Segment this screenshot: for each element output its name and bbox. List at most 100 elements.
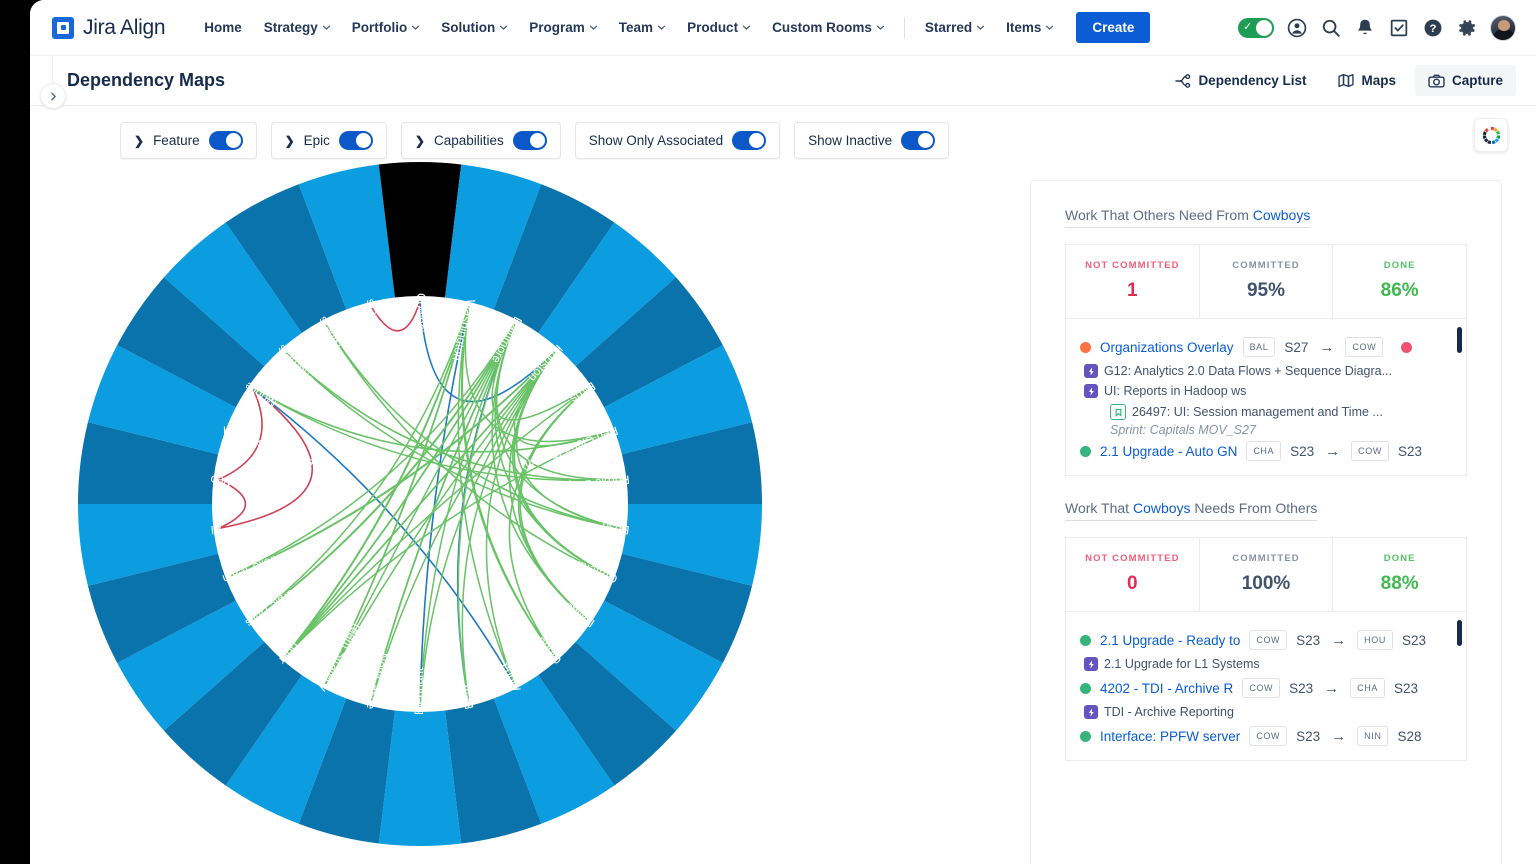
team-link[interactable]: Cowboys — [1133, 500, 1191, 516]
nav-item-home[interactable]: Home — [193, 14, 253, 41]
dependency-list-button[interactable]: Dependency List — [1162, 65, 1319, 96]
avatar[interactable] — [1490, 15, 1516, 41]
chevron-down-icon — [876, 23, 884, 31]
jira-align-mark-icon — [52, 17, 74, 39]
sidebar-expand-button[interactable] — [40, 83, 66, 109]
target-sprint: S23 — [1402, 633, 1426, 648]
risk-dot — [1401, 342, 1412, 353]
camera-icon — [1428, 74, 1445, 88]
nav-item-portfolio[interactable]: Portfolio — [341, 14, 431, 41]
nav-right-icons: ✓ — [1238, 15, 1536, 41]
chevron-right-icon — [49, 92, 58, 101]
top-navigation-bar: Jira Align Home Strategy PortfolioSolution… — [30, 0, 1536, 56]
linked-story-row[interactable]: 26497: UI: Session management and Time .… — [1080, 401, 1452, 423]
chevron-down-icon — [742, 23, 750, 31]
svg-text:?: ? — [1430, 23, 1437, 35]
chevron-down-icon — [1045, 23, 1053, 31]
nav-item-program[interactable]: Program — [518, 14, 608, 41]
capture-button[interactable]: Capture — [1415, 65, 1516, 96]
dependency-row[interactable]: Organizations Overlay BAL S27 → COW — [1080, 333, 1452, 361]
stat-dn: DONE 88% — [1333, 538, 1466, 611]
linked-epic-row[interactable]: 2.1 Upgrade for L1 Systems — [1080, 654, 1452, 674]
content-area: ❯Feature❯Epic❯CapabilitiesShow Only Asso… — [30, 106, 1536, 864]
nav-item-items[interactable]: Items — [995, 14, 1064, 41]
dependency-list-label: Dependency List — [1198, 73, 1306, 88]
main-menu: Home Strategy PortfolioSolutionProgramTeam… — [193, 14, 895, 41]
nav-item-starred[interactable]: Starred — [914, 14, 995, 41]
status-dot — [1080, 446, 1091, 457]
jira-align-logo[interactable]: Jira Align — [52, 16, 165, 40]
dependency-row[interactable]: Interface: PPFW server COW S23 → NIN S28 — [1080, 722, 1452, 750]
filter-toggle[interactable] — [209, 131, 243, 150]
stat-label: NOT COMMITTED — [1070, 553, 1195, 564]
maps-button[interactable]: Maps — [1325, 65, 1409, 96]
dependency-title[interactable]: Organizations Overlay — [1100, 340, 1234, 355]
panel-scrollbar-thumb[interactable] — [1457, 327, 1462, 353]
chord-label-web: Web — [209, 472, 235, 489]
dependency-row[interactable]: 2.1 Upgrade - Ready to COW S23 → HOU S23 — [1080, 626, 1452, 654]
nav-item-solution[interactable]: Solution — [430, 14, 518, 41]
chevron-down-icon — [657, 23, 665, 31]
nav-item-label: Items — [1006, 20, 1041, 35]
nav-item-team[interactable]: Team — [608, 14, 676, 41]
nav-item-label: Strategy — [264, 20, 318, 35]
stat-value: 95% — [1204, 280, 1329, 302]
target-team-tag: HOU — [1357, 630, 1393, 650]
epic-icon — [1084, 384, 1098, 398]
target-team-tag: NIN — [1357, 726, 1388, 746]
nav-item-label: Product — [687, 20, 738, 35]
panel-scrollbar-thumb[interactable] — [1457, 620, 1462, 646]
dependency-row[interactable]: 2.1 Upgrade - Auto GN CHA S23 → COW S23 — [1080, 437, 1452, 465]
nav-item-strategy[interactable]: Strategy — [253, 14, 341, 41]
search-icon[interactable] — [1320, 17, 1342, 39]
target-sprint: S23 — [1394, 681, 1418, 696]
chord-label-elephant: Elephant — [412, 667, 426, 715]
stat-value: 86% — [1337, 280, 1462, 302]
panel-section-title-1: Work That Others Need From Cowboys — [1065, 207, 1310, 228]
dependency-title[interactable]: Interface: PPFW server — [1100, 729, 1240, 744]
toggle-knob — [1256, 20, 1272, 36]
toggle-check-icon: ✓ — [1243, 22, 1252, 33]
linked-epic-row[interactable]: UI: Reports in Hadoop ws — [1080, 381, 1452, 401]
brand-name: Jira Align — [83, 16, 165, 40]
create-button[interactable]: Create — [1076, 12, 1150, 43]
dependency-title[interactable]: 4202 - TDI - Archive R — [1100, 681, 1233, 696]
dependency-title[interactable]: 2.1 Upgrade - Ready to — [1100, 633, 1240, 648]
linked-epic-row[interactable]: TDI - Archive Reporting — [1080, 702, 1452, 722]
maps-label: Maps — [1361, 73, 1396, 88]
nav-item-product[interactable]: Product — [676, 14, 761, 41]
panel-section-title-2: Work That Cowboys Needs From Others — [1065, 500, 1317, 521]
filter-toggle[interactable] — [732, 131, 766, 150]
dependency-chord-diagram[interactable]: AIWebAsset Services EMEAMobileChargersNi… — [70, 152, 1050, 862]
filter-toggle[interactable] — [901, 131, 935, 150]
arrow-right-icon: → — [1324, 680, 1339, 697]
filter-chip-label: Feature — [153, 133, 200, 148]
stat-cm: COMMITTED 95% — [1200, 245, 1334, 318]
chevron-right-icon: ❯ — [285, 135, 295, 147]
stat-value: 88% — [1337, 573, 1462, 595]
help-icon[interactable]: ? — [1422, 17, 1444, 39]
settings-gear-icon[interactable] — [1456, 17, 1478, 39]
filter-toggle[interactable] — [339, 131, 373, 150]
account-icon[interactable] — [1286, 17, 1308, 39]
app-window: Jira Align Home Strategy PortfolioSolution… — [30, 0, 1536, 864]
dependency-row[interactable]: 4202 - TDI - Archive R COW S23 → CHA S23 — [1080, 674, 1452, 702]
team-link[interactable]: Cowboys — [1253, 207, 1311, 223]
nav-item-custom-rooms[interactable]: Custom Rooms — [761, 14, 895, 41]
tasks-checkbox-icon[interactable] — [1388, 17, 1410, 39]
color-legend-button[interactable] — [1474, 118, 1508, 152]
map-icon — [1338, 73, 1354, 88]
source-sprint: S23 — [1296, 633, 1320, 648]
linked-epic-row[interactable]: G12: Analytics 2.0 Data Flows + Sequence… — [1080, 361, 1452, 381]
nav-divider — [904, 17, 905, 39]
chord-label-ai: AI — [210, 522, 223, 537]
stat-label: DONE — [1337, 260, 1462, 271]
filter-chip-label: Show Inactive — [808, 133, 892, 148]
source-team-tag: COW — [1242, 678, 1280, 698]
notification-bell-icon[interactable] — [1354, 17, 1376, 39]
dependency-list: 2.1 Upgrade - Ready to COW S23 → HOU S23… — [1065, 612, 1467, 761]
dependency-title[interactable]: 2.1 Upgrade - Auto GN — [1100, 444, 1237, 459]
filter-toggle[interactable] — [513, 131, 547, 150]
stat-value: 0 — [1070, 573, 1195, 595]
mode-toggle[interactable]: ✓ — [1238, 18, 1274, 38]
